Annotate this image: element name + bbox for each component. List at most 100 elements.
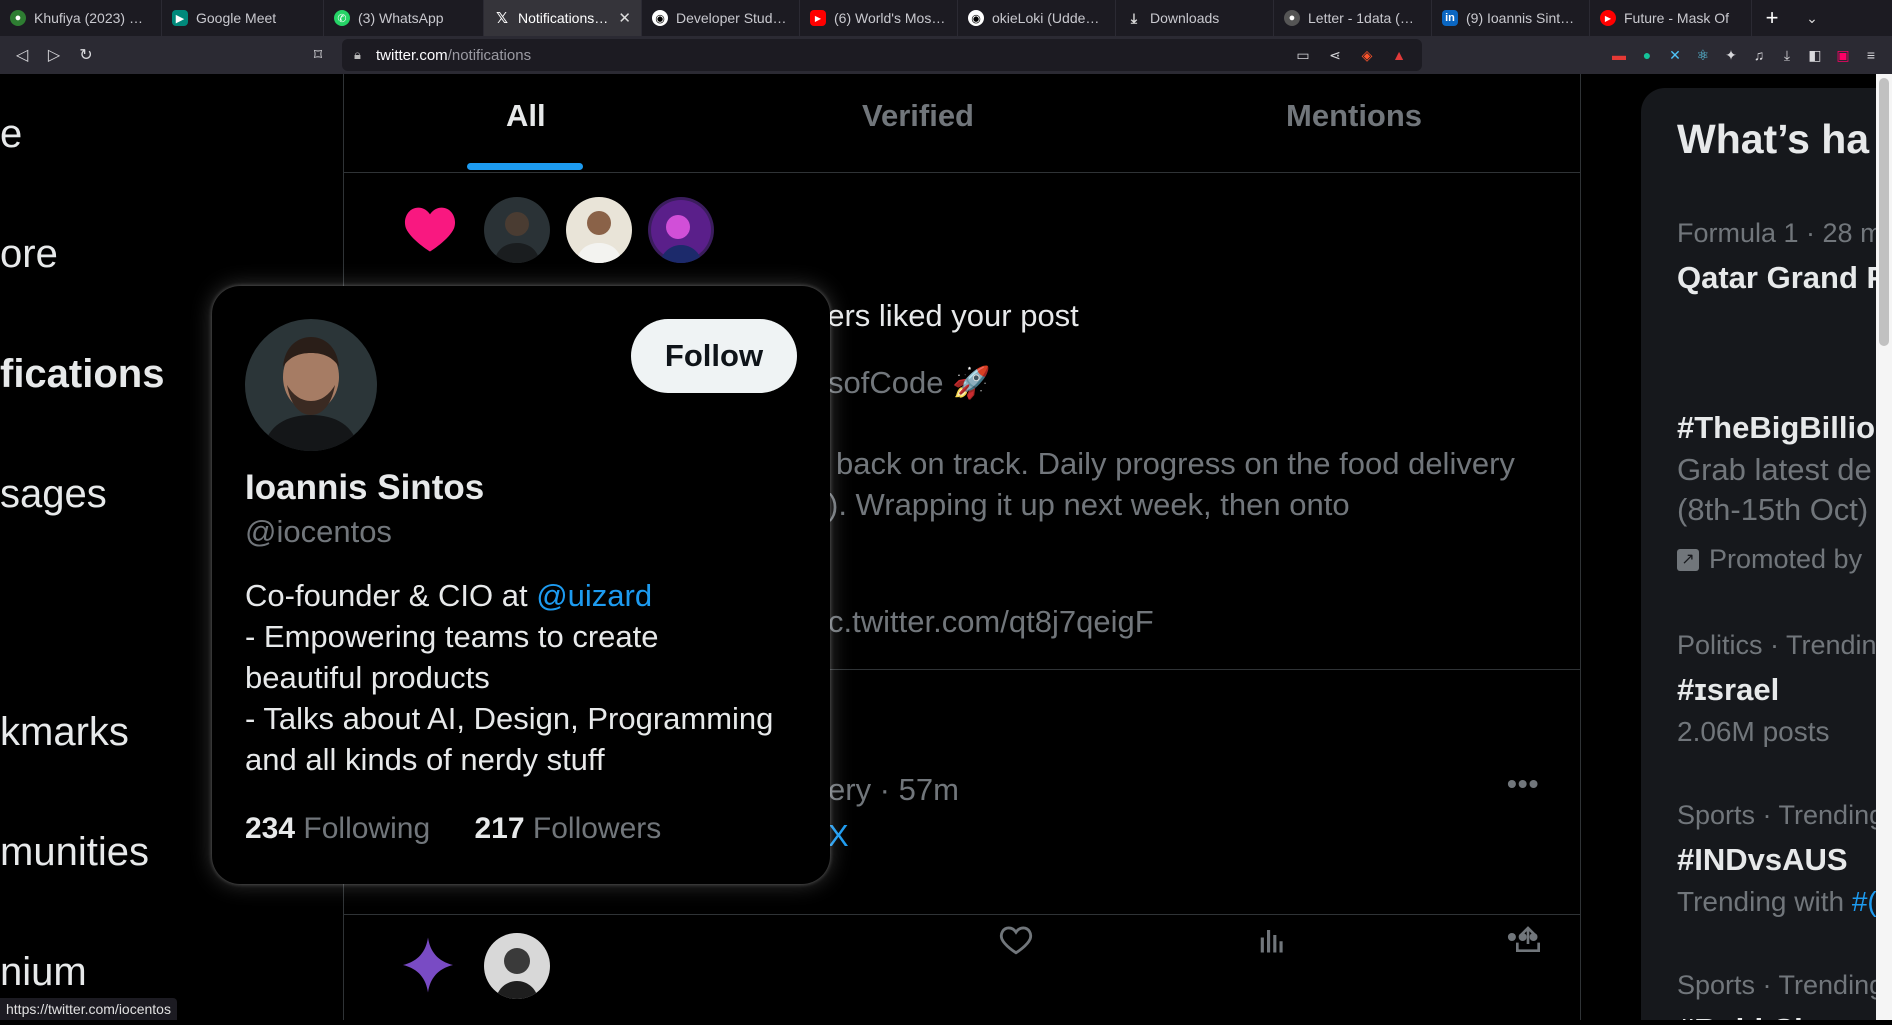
- profile-hover-card: Follow Ioannis Sintos @iocentos Co-found…: [212, 286, 830, 884]
- download-icon: ⤓: [1130, 9, 1138, 26]
- trend-topic[interactable]: #ɪsrael: [1677, 672, 1779, 708]
- nav-notifications[interactable]: fications: [0, 352, 164, 397]
- puzzle-icon[interactable]: ✦: [1720, 44, 1742, 66]
- nav-messages[interactable]: sages: [0, 472, 107, 517]
- sparkle-icon: [396, 933, 460, 997]
- more-icon[interactable]: •••: [1507, 921, 1539, 953]
- cast-icon[interactable]: ▭: [1292, 44, 1314, 66]
- browser-tab[interactable]: ▶ Google Meet: [162, 0, 324, 36]
- browser-tab[interactable]: ⤓ Downloads: [1116, 0, 1274, 36]
- profile-bio-line: Co-founder & CIO at @uizard: [245, 578, 653, 613]
- trend-post-count: 2.06M posts: [1677, 716, 1830, 747]
- browser-tab-active[interactable]: 𝕏 Notifications / X ✕: [484, 0, 642, 36]
- post-meta: ery · 57m: [828, 772, 959, 807]
- avatar[interactable]: [484, 197, 550, 263]
- sidebar-icon[interactable]: ◧: [1804, 44, 1826, 66]
- youtube-icon: ▶: [810, 10, 826, 26]
- avatar[interactable]: [484, 933, 550, 999]
- profile-bio-line: beautiful products: [245, 660, 490, 695]
- link-status-bar: https://twitter.com/iocentos: [0, 998, 177, 1020]
- back-icon[interactable]: ◁: [6, 39, 38, 71]
- youtube-icon: ▶: [1600, 10, 1616, 26]
- profile-bio-line: - Talks about AI, Design, Programming: [245, 701, 774, 736]
- close-tab-icon[interactable]: ✕: [618, 9, 631, 27]
- x-icon: 𝕏: [495, 10, 509, 27]
- trend-topic[interactable]: #TheBigBillio: [1677, 410, 1875, 446]
- nav-premium[interactable]: nium: [0, 950, 87, 995]
- active-tab-indicator: [467, 163, 583, 170]
- browser-toolbar: ◁ ▷ ↻ ⌑ 🔒︎ twitter.com/notifications ▭ ⋖…: [0, 36, 1892, 74]
- wallet-icon[interactable]: ▣: [1832, 44, 1854, 66]
- trend-description: (8th-15th Oct): [1677, 492, 1869, 527]
- profile-handle[interactable]: @iocentos: [245, 514, 392, 550]
- profile-name[interactable]: Ioannis Sintos: [245, 468, 484, 508]
- react-devtools-icon[interactable]: ⚛: [1692, 44, 1714, 66]
- translate-icon[interactable]: ✕: [1664, 44, 1686, 66]
- new-tab-button[interactable]: +: [1752, 0, 1792, 36]
- browser-tab[interactable]: in (9) Ioannis Sintos | L: [1432, 0, 1590, 36]
- trend-topic[interactable]: Qatar Grand P: [1677, 260, 1887, 296]
- page-scrollbar[interactable]: [1876, 74, 1892, 1020]
- trend-meta: Sports · Trending: [1677, 970, 1885, 1000]
- globe-icon: ●: [10, 10, 26, 26]
- browser-tab[interactable]: ● Khufiya (2023) Hindi: [0, 0, 162, 36]
- notification-tabs: All Verified Mentions: [344, 74, 1580, 173]
- extension-icon[interactable]: ▬: [1608, 44, 1630, 66]
- browser-tab[interactable]: ▶ (6) World's Most Dan: [800, 0, 958, 36]
- browser-tab[interactable]: ◉ Developer Student C: [642, 0, 800, 36]
- tab-verified[interactable]: Verified: [862, 98, 974, 134]
- avatar[interactable]: [648, 197, 714, 263]
- trend-topic[interactable]: #INDvsAUS: [1677, 842, 1848, 878]
- lock-icon: 🔒︎: [354, 47, 361, 62]
- grammarly-icon[interactable]: ●: [1636, 44, 1658, 66]
- heart-filled-icon: [402, 201, 458, 257]
- followers-link[interactable]: 217 Followers: [474, 812, 661, 845]
- nav-home[interactable]: e: [0, 112, 22, 157]
- browser-tab[interactable]: ▶ Future - Mask Of: [1590, 0, 1752, 36]
- following-link[interactable]: 234 Following: [245, 812, 430, 845]
- follow-button[interactable]: Follow: [631, 319, 797, 393]
- notification-text: ners liked your post: [810, 298, 1079, 333]
- browser-tab[interactable]: ✆ (3) WhatsApp: [324, 0, 484, 36]
- reload-icon[interactable]: ↻: [70, 39, 102, 71]
- bio-mention-link[interactable]: @uizard: [536, 578, 652, 613]
- notification-recommendation[interactable]: •••: [344, 915, 1580, 1025]
- avatar[interactable]: [566, 197, 632, 263]
- meet-icon: ▶: [172, 10, 188, 26]
- post-preview-link: c.twitter.com/qt8j7qeigF: [828, 604, 1154, 639]
- tab-list-chevron-icon[interactable]: ⌄: [1792, 0, 1832, 36]
- brave-shield-icon[interactable]: ◈: [1356, 44, 1378, 66]
- profile-avatar[interactable]: [245, 319, 377, 451]
- trending-with: Trending with #(: [1677, 886, 1877, 917]
- promoted-icon: ↗: [1677, 548, 1699, 571]
- nav-bookmarks[interactable]: kmarks: [0, 710, 129, 755]
- brave-rewards-icon[interactable]: ▲: [1388, 44, 1410, 66]
- nav-communities[interactable]: munities: [0, 830, 149, 875]
- browser-tab[interactable]: ● Letter - 1data (2).png: [1274, 0, 1432, 36]
- github-icon: ◉: [968, 10, 984, 26]
- github-icon: ◉: [652, 10, 668, 26]
- post-link[interactable]: X: [828, 818, 849, 854]
- post-preview-line: back on track. Daily progress on the foo…: [836, 446, 1515, 481]
- tab-mentions[interactable]: Mentions: [1286, 98, 1422, 134]
- trends-panel: What’s ha Formula 1 · 28 m Qatar Grand P…: [1641, 88, 1892, 1020]
- music-icon[interactable]: ♫: [1748, 44, 1770, 66]
- share-icon[interactable]: ⋖: [1324, 44, 1346, 66]
- more-icon[interactable]: •••: [1507, 768, 1539, 800]
- trend-topic[interactable]: #RohitSh: [1677, 1012, 1813, 1020]
- extensions-area: ▬ ● ✕ ⚛ ✦ ♫ ⤓ ◧ ▣ ≡: [1608, 36, 1892, 74]
- forward-icon[interactable]: ▷: [38, 39, 70, 71]
- promoted-label: ↗ Promoted by: [1677, 544, 1862, 575]
- bookmark-icon[interactable]: ⌑: [302, 39, 334, 71]
- globe-icon: ●: [1284, 10, 1300, 26]
- downloads-icon[interactable]: ⤓: [1776, 44, 1798, 66]
- trend-description: Grab latest de: [1677, 452, 1872, 487]
- trend-meta: Formula 1 · 28 m: [1677, 218, 1883, 248]
- menu-icon[interactable]: ≡: [1860, 44, 1882, 66]
- browser-tab[interactable]: ◉ okieLoki (Uddeepta: [958, 0, 1116, 36]
- scrollbar-thumb[interactable]: [1879, 78, 1889, 346]
- post-preview-title: sofCode 🚀: [828, 365, 991, 400]
- tab-all[interactable]: All: [506, 98, 546, 134]
- address-bar[interactable]: 🔒︎ twitter.com/notifications ▭ ⋖ ◈ ▲: [342, 39, 1422, 71]
- nav-explore[interactable]: ore: [0, 232, 58, 277]
